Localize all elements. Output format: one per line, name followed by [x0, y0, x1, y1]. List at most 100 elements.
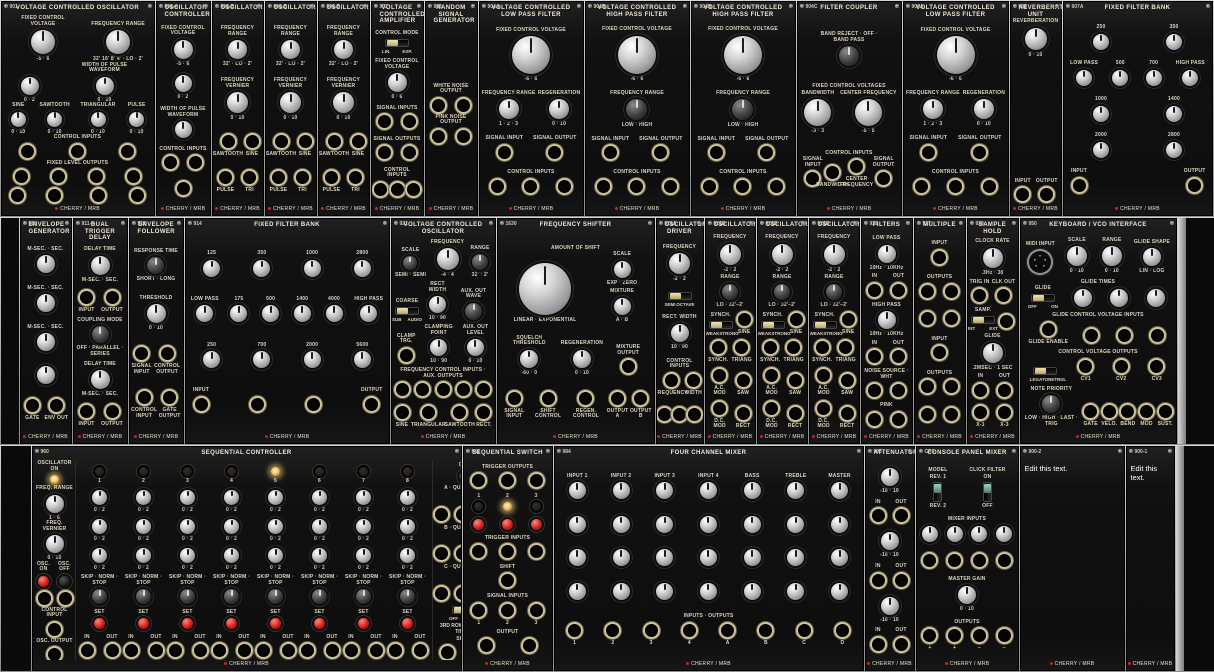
patch-jack[interactable] [922, 381, 933, 392]
editable-text[interactable]: Edit this text. [1131, 464, 1170, 482]
signal-input-jack[interactable] [923, 147, 934, 158]
in-jack[interactable] [873, 510, 884, 521]
4000-knob[interactable] [326, 305, 343, 322]
shift-control-jack[interactable] [543, 393, 554, 404]
knob-knob[interactable] [744, 583, 761, 600]
short-long-knob[interactable] [147, 257, 164, 274]
1000-knob[interactable] [304, 260, 321, 277]
midi-din-port[interactable] [1029, 251, 1051, 273]
c-jack[interactable] [799, 625, 810, 636]
step-6-knob-3[interactable] [312, 548, 327, 563]
0-10-knob[interactable] [1025, 28, 1047, 50]
step-1-mode-knob[interactable] [92, 589, 107, 604]
step-7-mode-knob[interactable] [356, 589, 371, 604]
m-sec-sec-knob[interactable] [37, 294, 55, 312]
lo-32-2-knob[interactable] [826, 284, 842, 300]
gate-jack[interactable] [27, 400, 38, 411]
10hz-10khz-knob[interactable] [878, 245, 896, 263]
step-2-set-button[interactable] [138, 618, 149, 629]
knob-knob[interactable] [700, 583, 717, 600]
1400-knob[interactable] [294, 305, 311, 322]
patch-jack[interactable] [974, 630, 985, 641]
2000-knob[interactable] [1093, 142, 1109, 158]
step-8-in-jack[interactable] [390, 645, 401, 656]
tri-jack[interactable] [244, 172, 255, 183]
velo-jack[interactable] [1104, 406, 1115, 417]
coarse-switch[interactable] [395, 307, 419, 315]
patch-jack[interactable] [433, 100, 444, 111]
patch-jack[interactable] [22, 146, 33, 157]
1-jack[interactable] [473, 605, 484, 616]
bass-knob[interactable] [744, 482, 761, 499]
patch-jack[interactable] [404, 147, 415, 158]
pulse-jack[interactable] [326, 172, 337, 183]
patch-jack[interactable] [525, 181, 536, 192]
patch-jack[interactable] [869, 414, 880, 425]
glide-enable-jack[interactable] [1043, 324, 1054, 335]
sine-jack[interactable] [300, 136, 311, 147]
patch-jack[interactable] [1152, 330, 1163, 341]
low-pass-knob[interactable] [1076, 70, 1092, 86]
patch-jack[interactable] [559, 181, 570, 192]
patch-jack[interactable] [1086, 330, 1097, 341]
step-7-knob-3[interactable] [356, 548, 371, 563]
step-6-in-jack[interactable] [302, 645, 313, 656]
patch-jack[interactable] [458, 384, 469, 395]
patch-jack[interactable] [436, 509, 447, 520]
step-7-knob-2[interactable] [356, 519, 371, 534]
knob-knob[interactable] [1110, 289, 1128, 307]
rect-jack[interactable] [478, 407, 489, 418]
high-pass-knob[interactable] [1182, 70, 1198, 86]
patch-jack[interactable] [478, 384, 489, 395]
fixed-control-voltage-knob[interactable] [31, 30, 55, 54]
3hz-30-knob[interactable] [983, 248, 1003, 268]
in-jack[interactable] [975, 385, 986, 396]
175-knob[interactable] [230, 305, 247, 322]
patch-jack[interactable] [408, 184, 419, 195]
step-4-mode-knob[interactable] [224, 589, 239, 604]
patch-jack[interactable] [457, 548, 461, 559]
patch-jack[interactable] [946, 409, 957, 420]
synch-switch[interactable] [709, 321, 733, 329]
signal-output-jack[interactable] [878, 173, 889, 184]
patch-jack[interactable] [974, 555, 985, 566]
patch-jack[interactable] [922, 409, 933, 420]
rect-width-knob[interactable] [429, 296, 446, 313]
sine-jack[interactable] [739, 314, 750, 325]
output-jack[interactable] [366, 399, 377, 410]
patch-jack[interactable] [631, 181, 642, 192]
bend-jack[interactable] [1122, 406, 1133, 417]
250-knob[interactable] [203, 351, 220, 368]
regeneration-knob[interactable] [549, 99, 569, 119]
step-4-in-jack[interactable] [214, 645, 225, 656]
step-8-knob-2[interactable] [400, 519, 415, 534]
10hz-10khz-knob[interactable] [878, 311, 896, 329]
cv3-jack[interactable] [1151, 361, 1162, 372]
knob-knob[interactable] [37, 366, 55, 384]
2-jack[interactable] [607, 625, 618, 636]
low-high-knob[interactable] [626, 99, 647, 120]
step-5-knob-2[interactable] [268, 519, 283, 534]
tri-jack[interactable] [297, 172, 308, 183]
6-6-knob[interactable] [724, 36, 762, 74]
x-3-jack[interactable] [999, 407, 1010, 418]
knob-knob[interactable] [787, 516, 804, 533]
range-knob[interactable] [472, 254, 488, 270]
patch-jack[interactable] [984, 181, 995, 192]
m-sec-sec-knob[interactable] [37, 333, 55, 351]
step-1-set-button[interactable] [94, 618, 105, 629]
0-10-knob[interactable] [333, 92, 354, 113]
sawtooth-jack[interactable] [49, 190, 60, 201]
sawtooth-jack[interactable] [329, 136, 340, 147]
step-1-knob-2[interactable] [92, 519, 107, 534]
range-knob[interactable] [1102, 246, 1122, 266]
step-7-in-jack[interactable] [346, 645, 357, 656]
signal-output-jack[interactable] [761, 147, 772, 158]
off-parallel-series-knob[interactable] [92, 326, 109, 343]
step-5-knob-1[interactable] [268, 490, 283, 505]
squelch-threshold-knob[interactable] [520, 350, 538, 368]
synch-switch[interactable] [813, 321, 837, 329]
glide-shape-knob[interactable] [1143, 248, 1161, 266]
cv1-jack[interactable] [1080, 361, 1091, 372]
32-lo-2-knob[interactable] [334, 40, 353, 59]
